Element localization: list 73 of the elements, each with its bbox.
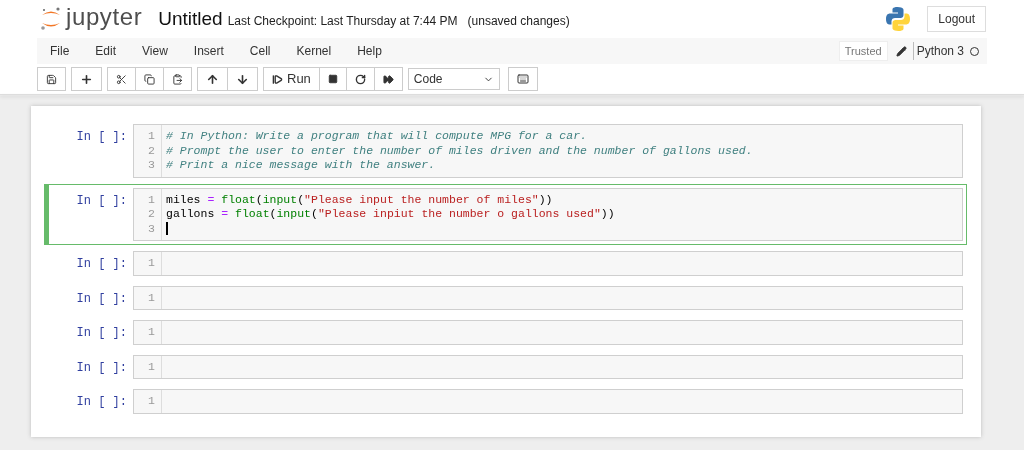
code-line: # In Python: Write a program that will compute MPG for a car.: [166, 129, 587, 144]
menu-item[interactable]: Help: [357, 42, 382, 60]
line-number: 1: [147, 359, 155, 374]
interrupt-button[interactable]: [318, 67, 347, 91]
cut-button[interactable]: [107, 67, 136, 91]
restart-icon: [354, 73, 366, 85]
line-number: 3: [147, 158, 155, 173]
scissors-icon: [116, 73, 127, 85]
input-prompt: In [ ]:: [75, 325, 128, 342]
logout-button[interactable]: Logout: [927, 6, 986, 32]
input-prompt: In [ ]:: [75, 359, 128, 377]
input-prompt: In [ ]:: [75, 192, 128, 210]
keyboard-icon: [516, 73, 529, 85]
code-line: # Print a nice message with the answer.: [166, 158, 436, 173]
save-button[interactable]: [37, 67, 66, 91]
kernel-name[interactable]: Python 3: [916, 42, 964, 60]
menu-item[interactable]: File: [50, 42, 70, 60]
plus-icon: [80, 72, 93, 86]
input-prompt: In [ ]:: [75, 129, 128, 146]
insert-cell-button[interactable]: [71, 67, 102, 91]
arrow-up-icon: [206, 72, 219, 86]
clipboard-icon: [172, 73, 183, 85]
code-cell[interactable]: In [ ]: 1: [45, 385, 967, 418]
restart-button[interactable]: [345, 67, 375, 91]
menu-item[interactable]: Edit: [95, 42, 117, 60]
command-palette-button[interactable]: [507, 67, 538, 91]
menu-item[interactable]: Insert: [193, 42, 224, 60]
menu-item[interactable]: Cell: [249, 42, 271, 60]
step-forward-icon: [272, 73, 283, 85]
move-up-button[interactable]: [197, 67, 228, 91]
copy-button[interactable]: [135, 67, 164, 91]
code-cell[interactable]: In [ ]: 1: [45, 247, 967, 280]
edit-mode-icon: [895, 45, 907, 57]
menu-item[interactable]: Kernel: [296, 42, 332, 60]
paste-button[interactable]: [163, 67, 192, 91]
code-line: # Prompt the user to enter the number of miles driven and the number of gallons used.: [166, 143, 753, 158]
code-editor[interactable]: 1 2 3 # In Python: Write a program that will compute MPG for a car. # Prompt the user to enter the number of miles driven and the number of gallons used. # Print a nice message with the answer.: [133, 124, 963, 178]
line-number: 2: [147, 207, 155, 222]
python-logo-icon: [885, 6, 912, 32]
line-number: 3: [147, 221, 155, 236]
run-all-button[interactable]: [373, 67, 403, 91]
trusted-indicator[interactable]: Trusted: [838, 41, 888, 61]
jupyter-logo-icon: [40, 6, 62, 32]
input-prompt: In [ ]:: [75, 290, 128, 308]
code-cell[interactable]: In [ ]: 1: [45, 316, 967, 349]
text-cursor: [166, 222, 168, 236]
line-number: 1: [147, 325, 155, 340]
line-number: 2: [147, 143, 155, 158]
input-prompt: In [ ]:: [75, 256, 128, 273]
menu-item[interactable]: View: [142, 42, 168, 60]
stop-icon: [327, 74, 338, 84]
line-number: 1: [147, 129, 155, 144]
jupyter-wordmark: jupyter: [66, 5, 143, 29]
code-cell[interactable]: In [ ]: 1 2 3 miles = float(input("Please input the number of miles")) gallons = float(input("Please inpiut the number o gallons used")): [44, 183, 967, 245]
code-cell[interactable]: In [ ]: 1: [45, 350, 967, 383]
input-prompt: In [ ]:: [75, 394, 128, 411]
line-number: 1: [147, 192, 155, 207]
code-cell[interactable]: In [ ]: 1: [45, 281, 967, 314]
move-down-button[interactable]: [227, 67, 258, 91]
line-number: 1: [147, 290, 155, 305]
line-number: 1: [147, 394, 155, 409]
checkpoint-text: Last Checkpoint: Last Thursday at 7:44 PM: [227, 12, 458, 30]
cell-type-select[interactable]: Code: [407, 68, 500, 90]
fast-forward-icon: [382, 73, 394, 85]
save-status: (unsaved changes): [467, 12, 570, 30]
line-number: 1: [147, 256, 155, 271]
arrow-down-icon: [236, 72, 249, 86]
notebook-title[interactable]: Untitled: [158, 4, 223, 34]
run-button[interactable]: Run: [263, 67, 320, 91]
code-line: gallons = float(input("Please inpiut the number o gallons used")): [166, 207, 615, 222]
code-line: miles = float(input("Please input the number of miles")): [166, 192, 553, 207]
copy-icon: [144, 73, 155, 85]
code-editor[interactable]: 1 2 3 miles = float(input("Please input the number of miles")) gallons = float(input("Please inpiut the number o gallons used")): [133, 187, 963, 241]
